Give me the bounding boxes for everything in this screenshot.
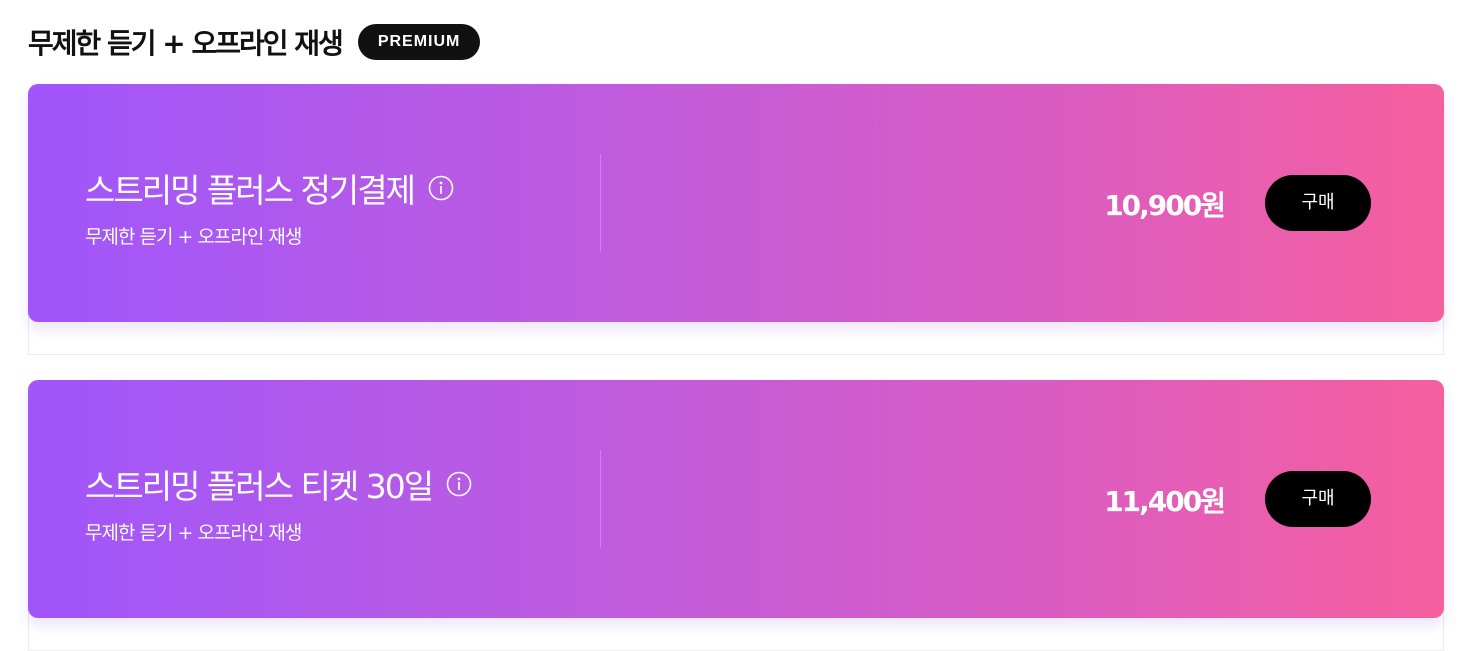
plan-item: 스트리밍 플러스 정기결제 무제한 듣기 + 오프라인 재생 10,900원 구… [28,84,1444,355]
plan-info: 스트리밍 플러스 정기결제 무제한 듣기 + 오프라인 재생 [85,164,454,249]
section-header: 무제한 듣기 + 오프라인 재생 PREMIUM [28,22,481,62]
plan-divider [600,450,601,548]
plan-card: 스트리밍 플러스 정기결제 무제한 듣기 + 오프라인 재생 10,900원 구… [28,84,1444,322]
section-title: 무제한 듣기 + 오프라인 재생 [28,27,344,60]
plan-price: 10,900원 [1104,189,1226,222]
plan-name: 스트리밍 플러스 정기결제 [85,171,416,210]
premium-badge: PREMIUM [357,24,481,60]
info-circle-icon[interactable] [428,175,454,201]
buy-button[interactable]: 구매 [1265,175,1371,231]
plan-info: 스트리밍 플러스 티켓 30일 무제한 듣기 + 오프라인 재생 [85,460,472,545]
plan-price: 11,400원 [1104,485,1226,518]
plan-name-row: 스트리밍 플러스 티켓 30일 [85,460,472,508]
plan-name-row: 스트리밍 플러스 정기결제 [85,164,454,212]
plan-description: 무제한 듣기 + 오프라인 재생 [85,522,302,544]
plan-name: 스트리밍 플러스 티켓 30일 [85,467,434,506]
buy-button[interactable]: 구매 [1265,471,1371,527]
plan-divider [600,154,601,252]
plan-card: 스트리밍 플러스 티켓 30일 무제한 듣기 + 오프라인 재생 11,400원… [28,380,1444,618]
plan-item: 스트리밍 플러스 티켓 30일 무제한 듣기 + 오프라인 재생 11,400원… [28,380,1444,651]
plan-description: 무제한 듣기 + 오프라인 재생 [85,226,302,248]
info-circle-icon[interactable] [446,471,472,497]
